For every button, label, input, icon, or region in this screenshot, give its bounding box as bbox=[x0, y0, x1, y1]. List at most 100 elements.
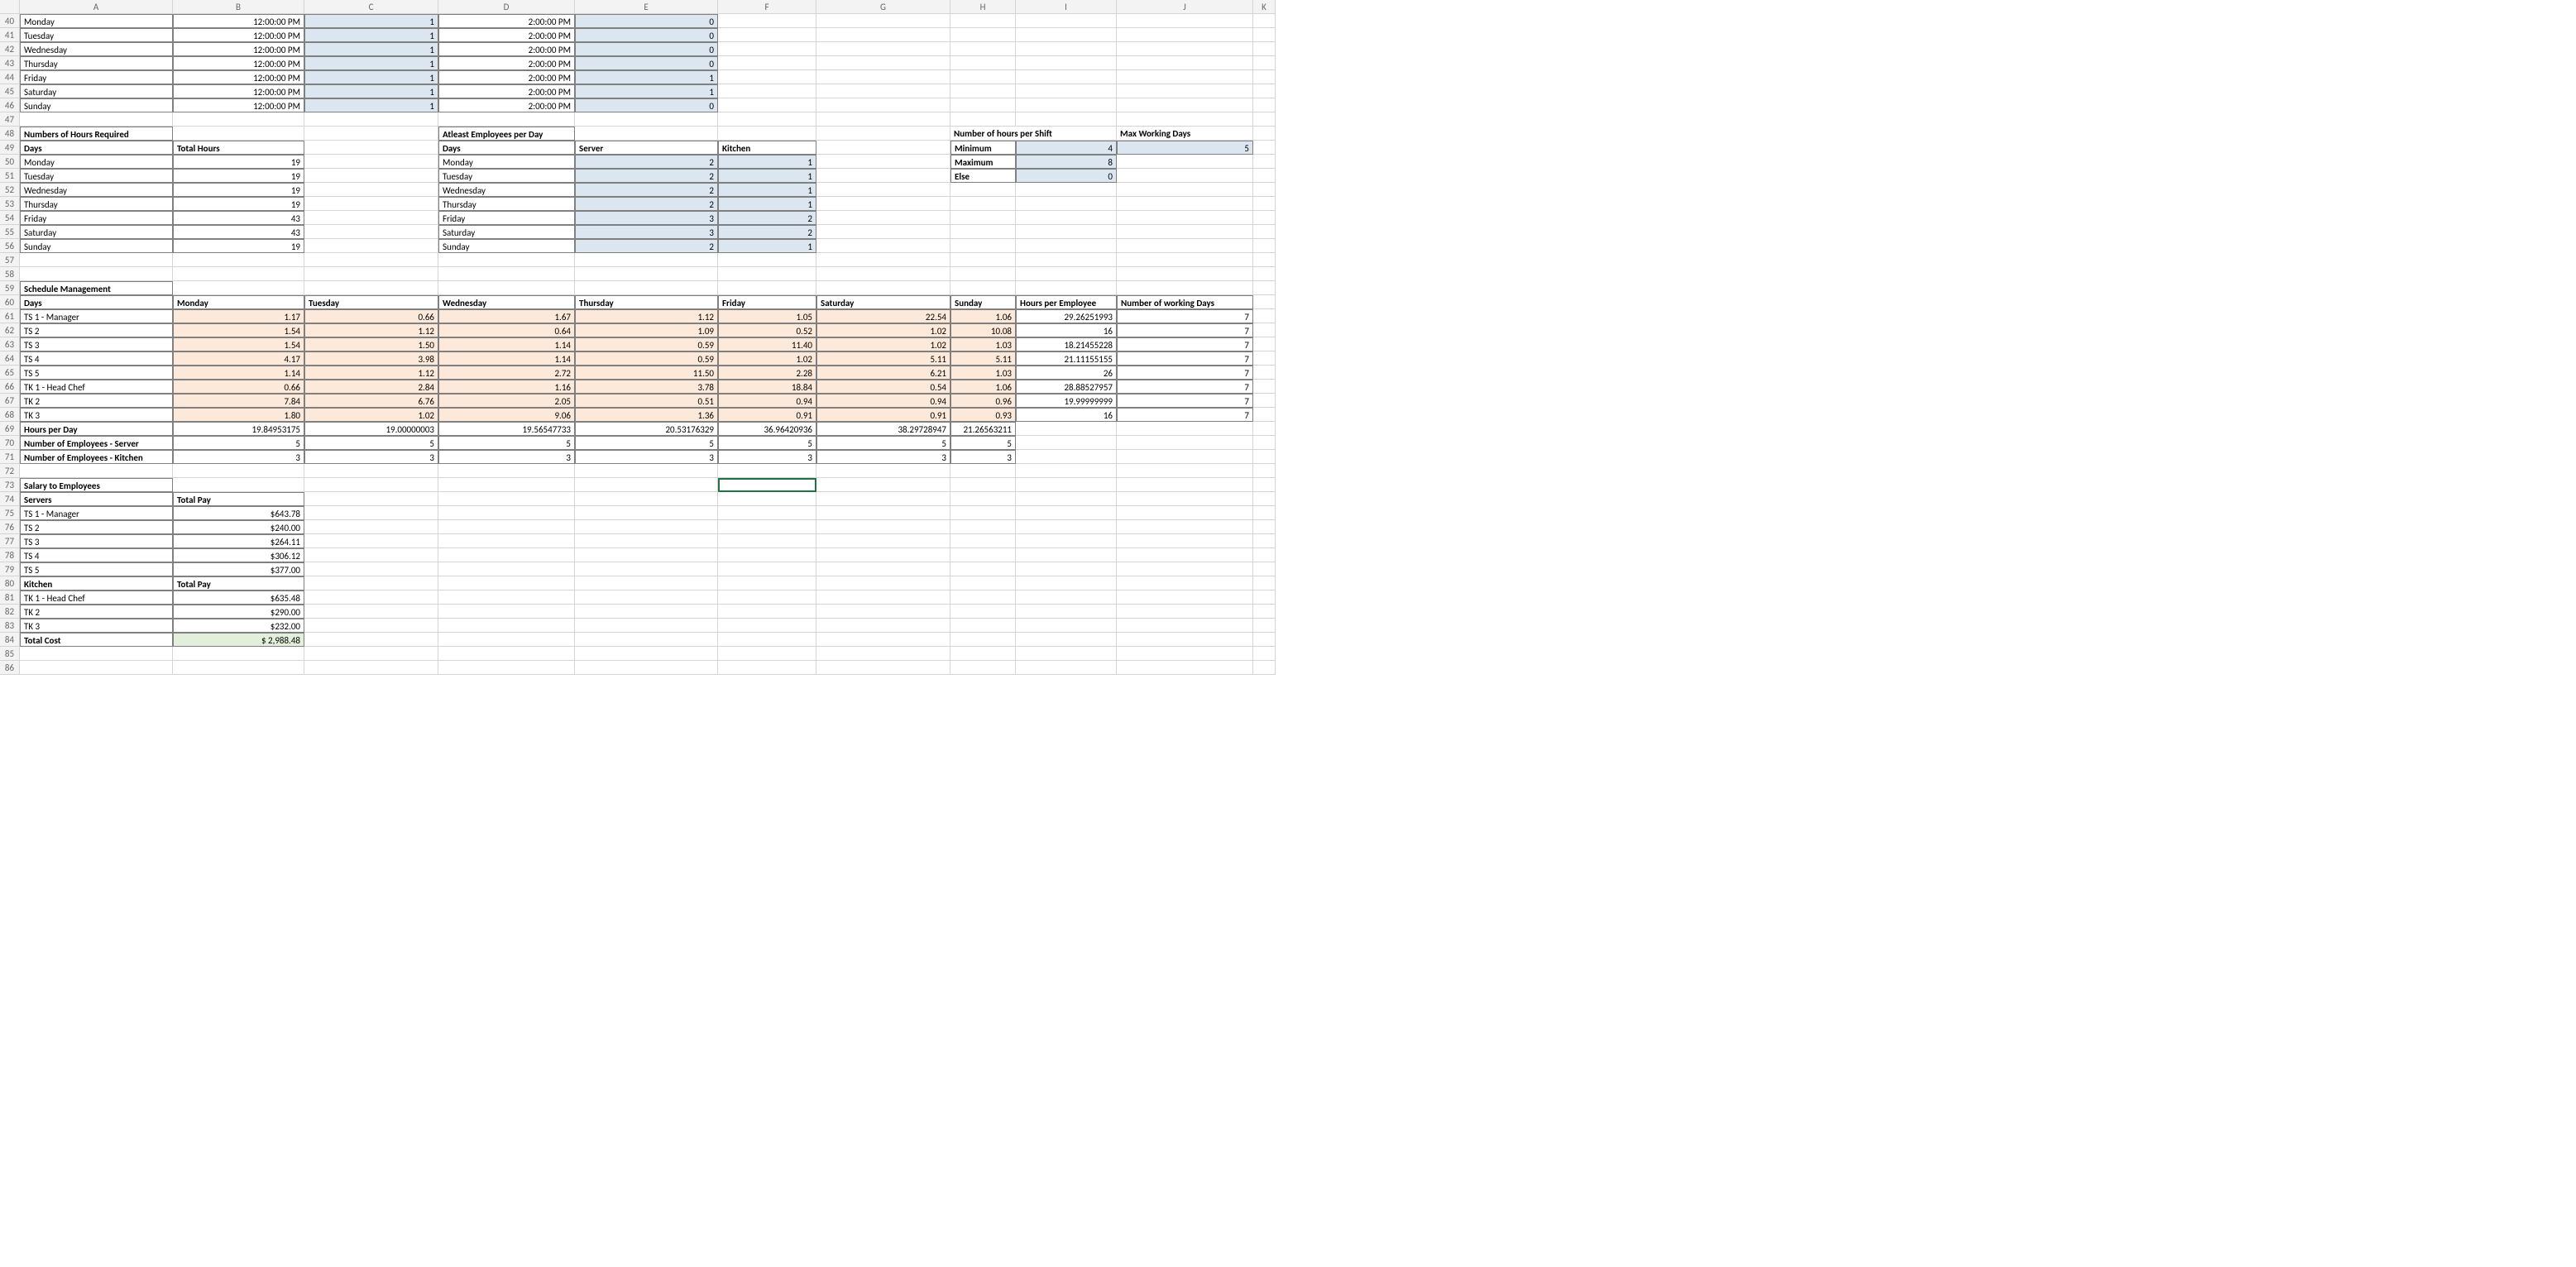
cell-A81[interactable]: TK 1 - Head Chef bbox=[20, 590, 173, 605]
cell-H41[interactable] bbox=[950, 28, 1016, 42]
cell-H80[interactable] bbox=[950, 576, 1016, 590]
cell-D81[interactable] bbox=[438, 590, 575, 605]
cell-E84[interactable] bbox=[575, 633, 718, 647]
cell-F77[interactable] bbox=[718, 534, 816, 548]
cell-I47[interactable] bbox=[1016, 112, 1117, 127]
cell-K47[interactable] bbox=[1253, 112, 1276, 127]
cell-F52[interactable]: 1 bbox=[718, 183, 816, 197]
cell-F79[interactable] bbox=[718, 562, 816, 576]
cell-I57[interactable] bbox=[1016, 253, 1117, 267]
row-header-43[interactable]: 43 bbox=[0, 56, 20, 70]
row-header-83[interactable]: 83 bbox=[0, 619, 20, 633]
cell-F63[interactable]: 11.40 bbox=[718, 337, 816, 351]
cell-K50[interactable] bbox=[1253, 155, 1276, 169]
cell-B80[interactable]: Total Pay bbox=[173, 576, 304, 590]
cell-F40[interactable] bbox=[718, 14, 816, 28]
cell-H48[interactable]: Number of hours per Shift bbox=[950, 127, 1117, 141]
cell-J56[interactable] bbox=[1117, 239, 1253, 253]
cell-K83[interactable] bbox=[1253, 619, 1276, 633]
cell-G48[interactable] bbox=[816, 127, 950, 141]
cell-B76[interactable]: $240.00 bbox=[173, 520, 304, 534]
cell-B65[interactable]: 1.14 bbox=[173, 366, 304, 380]
cell-K62[interactable] bbox=[1253, 323, 1276, 337]
cell-B83[interactable]: $232.00 bbox=[173, 619, 304, 633]
cell-E68[interactable]: 1.36 bbox=[575, 408, 718, 422]
row-header-41[interactable]: 41 bbox=[0, 28, 20, 42]
cell-E76[interactable] bbox=[575, 520, 718, 534]
col-header-G[interactable]: G bbox=[816, 0, 950, 14]
col-header-A[interactable]: A bbox=[20, 0, 173, 14]
cell-J82[interactable] bbox=[1117, 605, 1253, 619]
cell-J68[interactable]: 7 bbox=[1117, 408, 1253, 422]
cell-A49[interactable]: Days bbox=[20, 141, 173, 155]
cell-B60[interactable]: Monday bbox=[173, 295, 304, 309]
cell-B71[interactable]: 3 bbox=[173, 450, 304, 464]
cell-G59[interactable] bbox=[816, 281, 950, 295]
cell-H49[interactable]: Minimum bbox=[950, 141, 1016, 155]
cell-I82[interactable] bbox=[1016, 605, 1117, 619]
cell-D61[interactable]: 1.67 bbox=[438, 309, 575, 323]
cell-F45[interactable] bbox=[718, 84, 816, 98]
row-header-86[interactable]: 86 bbox=[0, 661, 20, 675]
cell-B74[interactable]: Total Pay bbox=[173, 492, 304, 506]
cell-G64[interactable]: 5.11 bbox=[816, 351, 950, 366]
cell-I58[interactable] bbox=[1016, 267, 1117, 281]
cell-A65[interactable]: TS 5 bbox=[20, 366, 173, 380]
cell-A40[interactable]: Monday bbox=[20, 14, 173, 28]
cell-K54[interactable] bbox=[1253, 211, 1276, 225]
cell-F49[interactable]: Kitchen bbox=[718, 141, 816, 155]
cell-G67[interactable]: 0.94 bbox=[816, 394, 950, 408]
select-all-corner[interactable] bbox=[0, 0, 20, 14]
cell-B66[interactable]: 0.66 bbox=[173, 380, 304, 394]
cell-K44[interactable] bbox=[1253, 70, 1276, 84]
cell-A45[interactable]: Saturday bbox=[20, 84, 173, 98]
cell-F86[interactable] bbox=[718, 661, 816, 675]
row-header-58[interactable]: 58 bbox=[0, 267, 20, 281]
cell-I68[interactable]: 16 bbox=[1016, 408, 1117, 422]
cell-K65[interactable] bbox=[1253, 366, 1276, 380]
cell-B70[interactable]: 5 bbox=[173, 436, 304, 450]
cell-E57[interactable] bbox=[575, 253, 718, 267]
cell-J47[interactable] bbox=[1117, 112, 1253, 127]
row-header-68[interactable]: 68 bbox=[0, 408, 20, 422]
cell-I83[interactable] bbox=[1016, 619, 1117, 633]
cell-H42[interactable] bbox=[950, 42, 1016, 56]
cell-D42[interactable]: 2:00:00 PM bbox=[438, 42, 575, 56]
cell-C80[interactable] bbox=[304, 576, 438, 590]
cell-G80[interactable] bbox=[816, 576, 950, 590]
cell-E61[interactable]: 1.12 bbox=[575, 309, 718, 323]
cell-H55[interactable] bbox=[950, 225, 1016, 239]
cell-F74[interactable] bbox=[718, 492, 816, 506]
cell-K66[interactable] bbox=[1253, 380, 1276, 394]
cell-F65[interactable]: 2.28 bbox=[718, 366, 816, 380]
cell-D57[interactable] bbox=[438, 253, 575, 267]
cell-H63[interactable]: 1.03 bbox=[950, 337, 1016, 351]
row-header-79[interactable]: 79 bbox=[0, 562, 20, 576]
cell-E59[interactable] bbox=[575, 281, 718, 295]
cell-J44[interactable] bbox=[1117, 70, 1253, 84]
cell-C64[interactable]: 3.98 bbox=[304, 351, 438, 366]
cell-F44[interactable] bbox=[718, 70, 816, 84]
cell-F53[interactable]: 1 bbox=[718, 197, 816, 211]
cell-J45[interactable] bbox=[1117, 84, 1253, 98]
row-header-85[interactable]: 85 bbox=[0, 647, 20, 661]
cell-J52[interactable] bbox=[1117, 183, 1253, 197]
col-header-C[interactable]: C bbox=[304, 0, 438, 14]
col-header-F[interactable]: F bbox=[718, 0, 816, 14]
cell-J50[interactable] bbox=[1117, 155, 1253, 169]
cell-F57[interactable] bbox=[718, 253, 816, 267]
cell-J62[interactable]: 7 bbox=[1117, 323, 1253, 337]
cell-K69[interactable] bbox=[1253, 422, 1276, 436]
cell-J43[interactable] bbox=[1117, 56, 1253, 70]
col-header-I[interactable]: I bbox=[1016, 0, 1117, 14]
cell-K79[interactable] bbox=[1253, 562, 1276, 576]
cell-H75[interactable] bbox=[950, 506, 1016, 520]
row-header-81[interactable]: 81 bbox=[0, 590, 20, 605]
cell-E69[interactable]: 20.53176329 bbox=[575, 422, 718, 436]
cell-C74[interactable] bbox=[304, 492, 438, 506]
cell-G49[interactable] bbox=[816, 141, 950, 155]
cell-B75[interactable]: $643.78 bbox=[173, 506, 304, 520]
row-header-70[interactable]: 70 bbox=[0, 436, 20, 450]
cell-K76[interactable] bbox=[1253, 520, 1276, 534]
cell-C65[interactable]: 1.12 bbox=[304, 366, 438, 380]
